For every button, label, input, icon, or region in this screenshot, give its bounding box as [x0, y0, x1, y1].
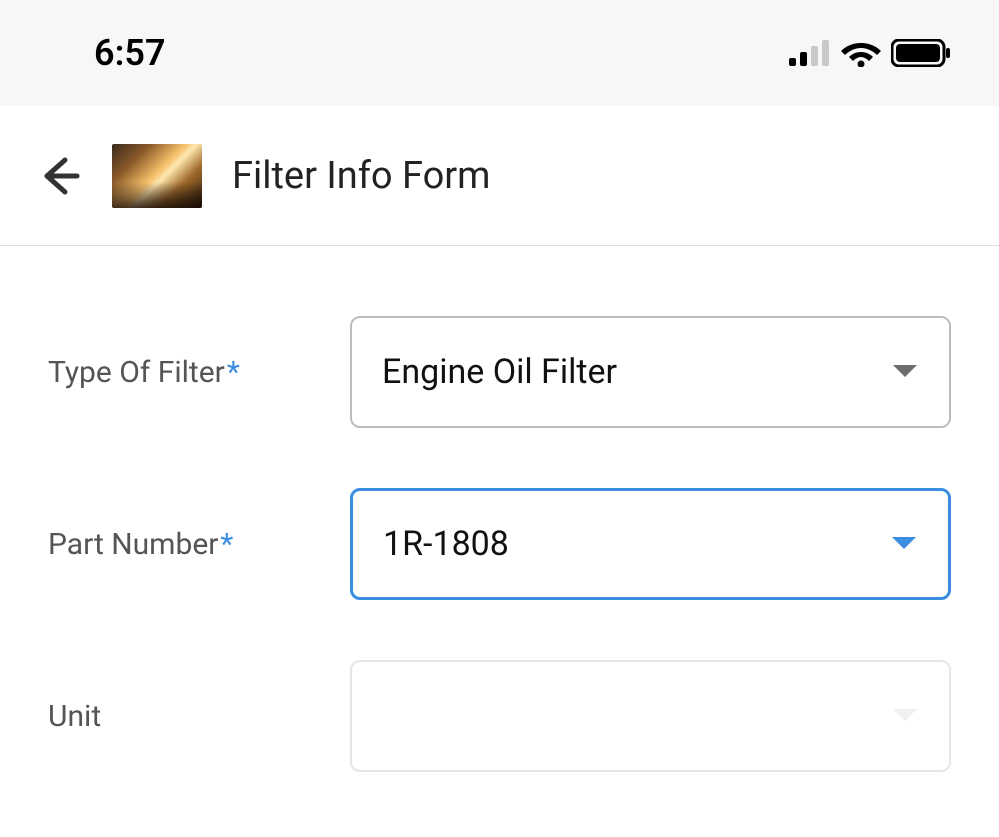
select-part-number-value: 1R-1808 — [383, 524, 509, 564]
required-asterisk: * — [227, 355, 240, 390]
required-asterisk: * — [220, 527, 233, 562]
chevron-down-icon — [890, 535, 918, 553]
form: Type Of Filter* Engine Oil Filter Part N… — [0, 246, 999, 772]
label-type-of-filter: Type Of Filter* — [48, 355, 350, 390]
battery-icon — [891, 39, 951, 67]
status-time: 6:57 — [94, 32, 166, 74]
select-type-of-filter-value: Engine Oil Filter — [382, 352, 617, 392]
back-button[interactable] — [36, 153, 82, 199]
page-title: Filter Info Form — [232, 154, 491, 198]
chevron-down-icon — [891, 707, 919, 725]
status-indicators — [789, 39, 951, 67]
label-part-number: Part Number* — [48, 527, 350, 562]
label-unit-text: Unit — [48, 699, 101, 734]
field-part-number: Part Number* 1R-1808 — [48, 488, 951, 600]
cellular-icon — [789, 40, 831, 66]
label-unit: Unit — [48, 699, 350, 734]
select-unit[interactable] — [350, 660, 951, 772]
select-part-number[interactable]: 1R-1808 — [350, 488, 951, 600]
field-type-of-filter: Type Of Filter* Engine Oil Filter — [48, 316, 951, 428]
app-thumbnail — [112, 144, 202, 208]
status-bar: 6:57 — [0, 0, 999, 106]
label-type-of-filter-text: Type Of Filter — [48, 355, 225, 390]
field-unit: Unit — [48, 660, 951, 772]
label-part-number-text: Part Number — [48, 527, 218, 562]
wifi-icon — [841, 39, 881, 67]
select-type-of-filter[interactable]: Engine Oil Filter — [350, 316, 951, 428]
app-header: Filter Info Form — [0, 106, 999, 246]
chevron-down-icon — [891, 363, 919, 381]
